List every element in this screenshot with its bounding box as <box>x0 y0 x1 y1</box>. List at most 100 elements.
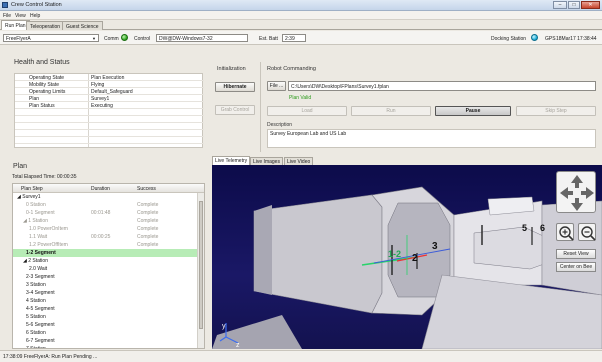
plan-step: 3 Station <box>26 282 46 288</box>
view-tab-bar: Live Telemetry Live Images Live Video <box>212 156 602 165</box>
plan-row[interactable]: 1.1 Wait 00:00:25 Complete <box>13 233 199 241</box>
status-toolbar: FreeFlyerA ▼ Comm Control DW@DW-Windows7… <box>0 31 602 45</box>
zoom-in-button[interactable] <box>556 223 574 241</box>
zoom-in-icon <box>559 226 574 241</box>
plan-row[interactable]: 0-1 Segment 00:01:48 Complete <box>13 209 199 217</box>
plan-row[interactable]: 7 Station <box>13 345 199 348</box>
zoom-out-button[interactable] <box>578 223 596 241</box>
health-table: Operating State Plan Execution Mobility … <box>14 73 204 148</box>
column-duration[interactable]: Duration <box>91 186 110 192</box>
plan-step: 2.0 Wait <box>29 266 48 272</box>
tab-teleoperation[interactable]: Teleoperation <box>26 21 65 30</box>
est-batt-label: Est. Batt <box>259 36 278 42</box>
plan-step: 2-3 Segment <box>26 274 55 280</box>
gps-value: 18Mar17 17:38:44 <box>556 36 597 42</box>
reset-view-button[interactable]: Reset View <box>556 249 596 259</box>
plan-table-header: Plan Step Duration Success <box>13 184 204 193</box>
description-box: Survey European Lab and US Lab <box>267 129 596 148</box>
gps-label: GPS <box>545 36 556 42</box>
plan-row[interactable]: 2.0 Wait <box>13 265 199 273</box>
plan-success: Complete <box>137 226 159 232</box>
health-row: Operating State Plan Execution <box>15 74 204 81</box>
column-plan-step[interactable]: Plan Step <box>21 186 43 192</box>
grab-control-button[interactable]: Grab Control <box>215 105 255 115</box>
plan-row[interactable]: ◢ Survey1 <box>13 193 199 201</box>
plan-row[interactable]: 5-6 Segment <box>13 321 199 329</box>
load-button[interactable]: Load <box>267 106 347 116</box>
file-button[interactable]: File ... <box>267 81 286 91</box>
robot-commanding-title: Robot Commanding <box>267 66 316 72</box>
plan-step: 4 Station <box>26 298 46 304</box>
plan-row[interactable]: ◢ 2 Station <box>13 257 199 265</box>
telemetry-3d-view[interactable]: 1-2 2 3 5 6 y z Reset View Center on Bee <box>212 165 602 349</box>
compass-arrows-icon <box>560 175 594 211</box>
plan-row[interactable]: 5 Station <box>13 313 199 321</box>
axis-z-label: z <box>236 342 240 349</box>
file-path-field[interactable]: C:\Users\DW\Desktop\FPlans\Survey1.fplan <box>288 81 596 91</box>
menu-help[interactable]: Help <box>30 13 40 19</box>
tab-live-video[interactable]: Live Video <box>284 157 314 165</box>
tab-live-images[interactable]: Live Images <box>250 157 283 165</box>
health-row <box>15 123 204 130</box>
marker-label: 2 <box>412 253 418 264</box>
skip-step-button[interactable]: Skip Step <box>516 106 596 116</box>
health-row: Operating Limits Default_Safeguard <box>15 88 204 95</box>
plan-step: 5 Station <box>26 314 46 320</box>
plan-row[interactable]: ◢ 1 Station Complete <box>13 217 199 225</box>
plan-success: Complete <box>137 234 159 240</box>
tab-live-telemetry[interactable]: Live Telemetry <box>212 156 251 165</box>
plan-step: 0 Station <box>26 202 46 208</box>
tab-guest-science[interactable]: Guest Science <box>62 21 103 30</box>
plan-success: Complete <box>137 242 159 248</box>
plan-row[interactable]: 0 Station Complete <box>13 201 199 209</box>
menu-view[interactable]: View <box>15 13 26 19</box>
status-bar: 17:38:09 FreeFlyerA: Run Plan Pending ..… <box>0 350 602 362</box>
center-on-bee-button[interactable]: Center on Bee <box>556 262 596 272</box>
plan-row[interactable]: 6 Station <box>13 329 199 337</box>
control-label: Control <box>134 36 151 42</box>
app-icon <box>2 2 8 8</box>
plan-duration: 00:00:25 <box>91 234 111 240</box>
run-button[interactable]: Run <box>351 106 431 116</box>
plan-valid-label: Plan Valid <box>289 95 312 101</box>
plan-step: 1.0 PowerOnItem <box>29 226 68 232</box>
plan-row[interactable]: 4-5 Segment <box>13 305 199 313</box>
title-bar: Crew Control Station – □ ✕ <box>0 0 602 11</box>
navigation-pad[interactable] <box>556 171 596 213</box>
description-label: Description <box>267 122 293 128</box>
plan-scrollbar[interactable] <box>197 193 204 348</box>
plan-row[interactable]: 3 Station <box>13 281 199 289</box>
health-row <box>15 116 204 123</box>
docking-status-icon <box>531 34 538 41</box>
health-row <box>15 130 204 137</box>
plan-row[interactable]: 1-2 Segment <box>13 249 199 257</box>
plan-row[interactable]: 4 Station <box>13 297 199 305</box>
control-field: DW@DW-Windows7-32 <box>156 34 248 42</box>
plan-step: 0-1 Segment <box>26 210 55 216</box>
plan-row[interactable]: 3-4 Segment <box>13 289 199 297</box>
scrollbar-thumb[interactable] <box>199 201 203 329</box>
pause-button[interactable]: Pause <box>435 106 511 116</box>
minimize-button[interactable]: – <box>553 1 567 9</box>
plan-step: 1.2 PowerOffItem <box>29 242 68 248</box>
robot-select[interactable]: FreeFlyerA ▼ <box>3 34 99 42</box>
plan-row[interactable]: 1.2 PowerOffItem Complete <box>13 241 199 249</box>
plan-row[interactable]: 1.0 PowerOnItem Complete <box>13 225 199 233</box>
health-status-title: Health and Status <box>14 59 70 66</box>
hibernate-button[interactable]: Hibernate <box>215 82 255 92</box>
health-row <box>15 137 204 144</box>
column-success[interactable]: Success <box>137 186 156 192</box>
close-button[interactable]: ✕ <box>581 1 600 9</box>
menu-file[interactable]: File <box>3 13 11 19</box>
marker-label: 5 <box>522 223 527 233</box>
health-row: Plan Status Executing <box>15 102 204 109</box>
plan-row[interactable]: 6-7 Segment <box>13 337 199 345</box>
plan-step: ◢ 1 Station <box>23 218 48 224</box>
plan-row[interactable]: 2-3 Segment <box>13 273 199 281</box>
marker-label: 3 <box>432 241 438 252</box>
marker-label: 6 <box>540 223 545 233</box>
comm-status-icon <box>121 34 128 41</box>
est-batt-value: 2:39 <box>285 36 295 42</box>
plan-step: 4-5 Segment <box>26 306 55 312</box>
maximize-button[interactable]: □ <box>568 1 580 9</box>
